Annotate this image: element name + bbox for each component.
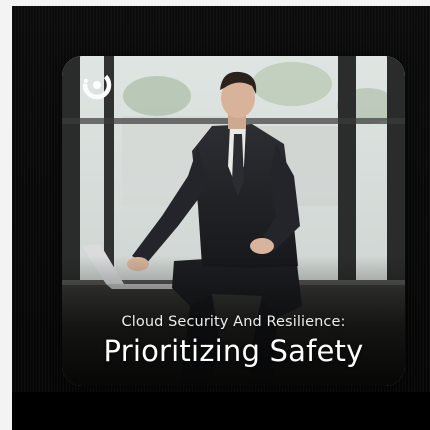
brand-logo-icon	[82, 70, 112, 100]
promo-card[interactable]: Cloud Security And Resilience: Prioritiz…	[62, 56, 405, 386]
card-subtitle: Cloud Security And Resilience:	[121, 314, 346, 330]
stage-bottom-bar	[12, 392, 430, 430]
media-stage: Cloud Security And Resilience: Prioritiz…	[12, 6, 430, 430]
card-title: Prioritizing Safety	[103, 334, 364, 368]
